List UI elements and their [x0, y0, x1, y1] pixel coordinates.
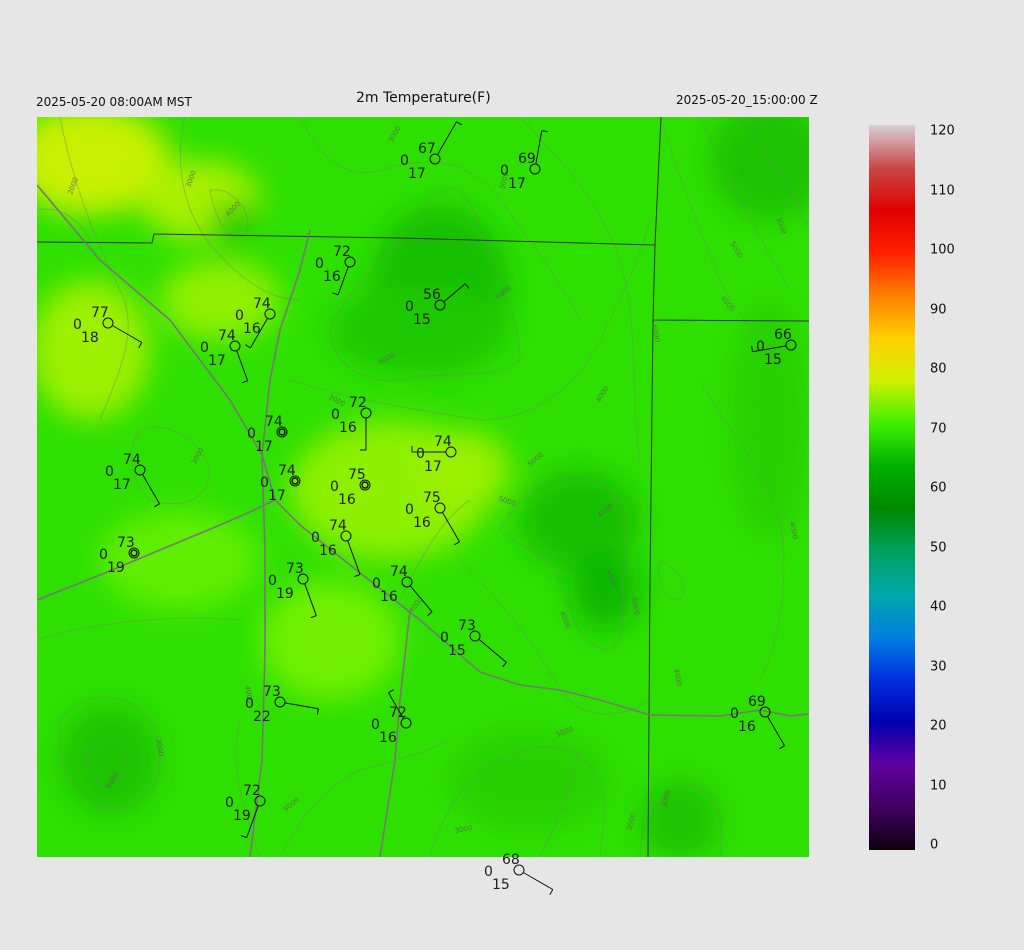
station-temperature: 73: [286, 561, 304, 577]
station-temperature: 72: [349, 395, 367, 411]
station-dewpoint: 15: [448, 643, 466, 659]
station-dewpoint: 16: [339, 420, 357, 436]
station-plot: 68015: [484, 852, 554, 895]
station-dewpoint: 16: [379, 730, 397, 746]
station-dewpoint: 19: [276, 586, 294, 602]
station-dewpoint: 17: [208, 353, 226, 369]
station-dewpoint: 15: [492, 877, 510, 893]
station-temperature: 74: [329, 518, 347, 534]
colorbar-tick-label: 0: [930, 837, 939, 853]
station-temperature: 66: [774, 327, 792, 343]
colorbar-tick-label: 30: [930, 659, 947, 675]
colorbar-tick-label: 120: [930, 123, 955, 139]
station-temperature: 74: [278, 463, 296, 479]
colorbar-tick-label: 80: [930, 361, 947, 377]
station-dewpoint: 16: [319, 543, 337, 559]
station-dewpoint: 22: [253, 709, 271, 725]
station-dewpoint: 16: [323, 269, 341, 285]
colorbar-tick-label: 20: [930, 718, 947, 734]
station-dewpoint: 17: [424, 459, 442, 475]
station-dewpoint: 17: [113, 477, 131, 493]
temperature-map: 2000 300040003000300040005000300030004000…: [37, 117, 915, 895]
colorbar-tick-label: 110: [930, 183, 955, 199]
colorbar-tick-label: 50: [930, 540, 947, 556]
station-dewpoint: 17: [408, 166, 426, 182]
station-temperature: 72: [389, 705, 407, 721]
temperature-field: 2000 300040003000300040005000300030004000…: [37, 117, 809, 857]
station-dewpoint: 17: [268, 488, 286, 504]
colorbar-tick-label: 40: [930, 599, 947, 615]
station-temperature: 74: [390, 564, 408, 580]
station-temperature: 75: [348, 467, 366, 483]
station-temperature: 74: [253, 296, 271, 312]
station-temperature: 68: [502, 852, 520, 868]
colorbar-tick-label: 10: [930, 778, 947, 794]
station-temperature: 77: [91, 305, 109, 321]
colorbar-tick-label: 90: [930, 302, 947, 318]
station-dewpoint: 15: [413, 312, 431, 328]
station-temperature: 74: [218, 328, 236, 344]
station-temperature: 73: [263, 684, 281, 700]
station-dewpoint: 18: [81, 330, 99, 346]
station-temperature: 69: [518, 151, 536, 167]
colorbar-tick-label: 100: [930, 242, 955, 258]
station-dewpoint: 15: [764, 352, 782, 368]
station-dewpoint: 17: [255, 439, 273, 455]
wind-barb-shaft: [523, 872, 554, 890]
station-dewpoint: 16: [413, 515, 431, 531]
station-temperature: 73: [117, 535, 135, 551]
station-dewpoint: 19: [233, 808, 251, 824]
station-dewpoint: 16: [738, 719, 756, 735]
station-temperature: 72: [333, 244, 351, 260]
colorbar-tick-label: 60: [930, 480, 947, 496]
station-dewpoint: 16: [380, 589, 398, 605]
wind-barb-flag: [549, 889, 554, 895]
station-temperature: 72: [243, 783, 261, 799]
station-temperature: 74: [265, 414, 283, 430]
station-temperature: 69: [748, 694, 766, 710]
station-temperature: 74: [123, 452, 141, 468]
station-temperature: 74: [434, 434, 452, 450]
station-dewpoint: 16: [338, 492, 356, 508]
colorbar-tick-label: 70: [930, 421, 947, 437]
station-dewpoint: 16: [243, 321, 261, 337]
station-temperature: 75: [423, 490, 441, 506]
colorbar: [869, 125, 915, 850]
station-temperature: 56: [423, 287, 441, 303]
station-temperature: 73: [458, 618, 476, 634]
station-dewpoint: 17: [508, 176, 526, 192]
station-temperature: 67: [418, 141, 436, 157]
station-dewpoint: 19: [107, 560, 125, 576]
